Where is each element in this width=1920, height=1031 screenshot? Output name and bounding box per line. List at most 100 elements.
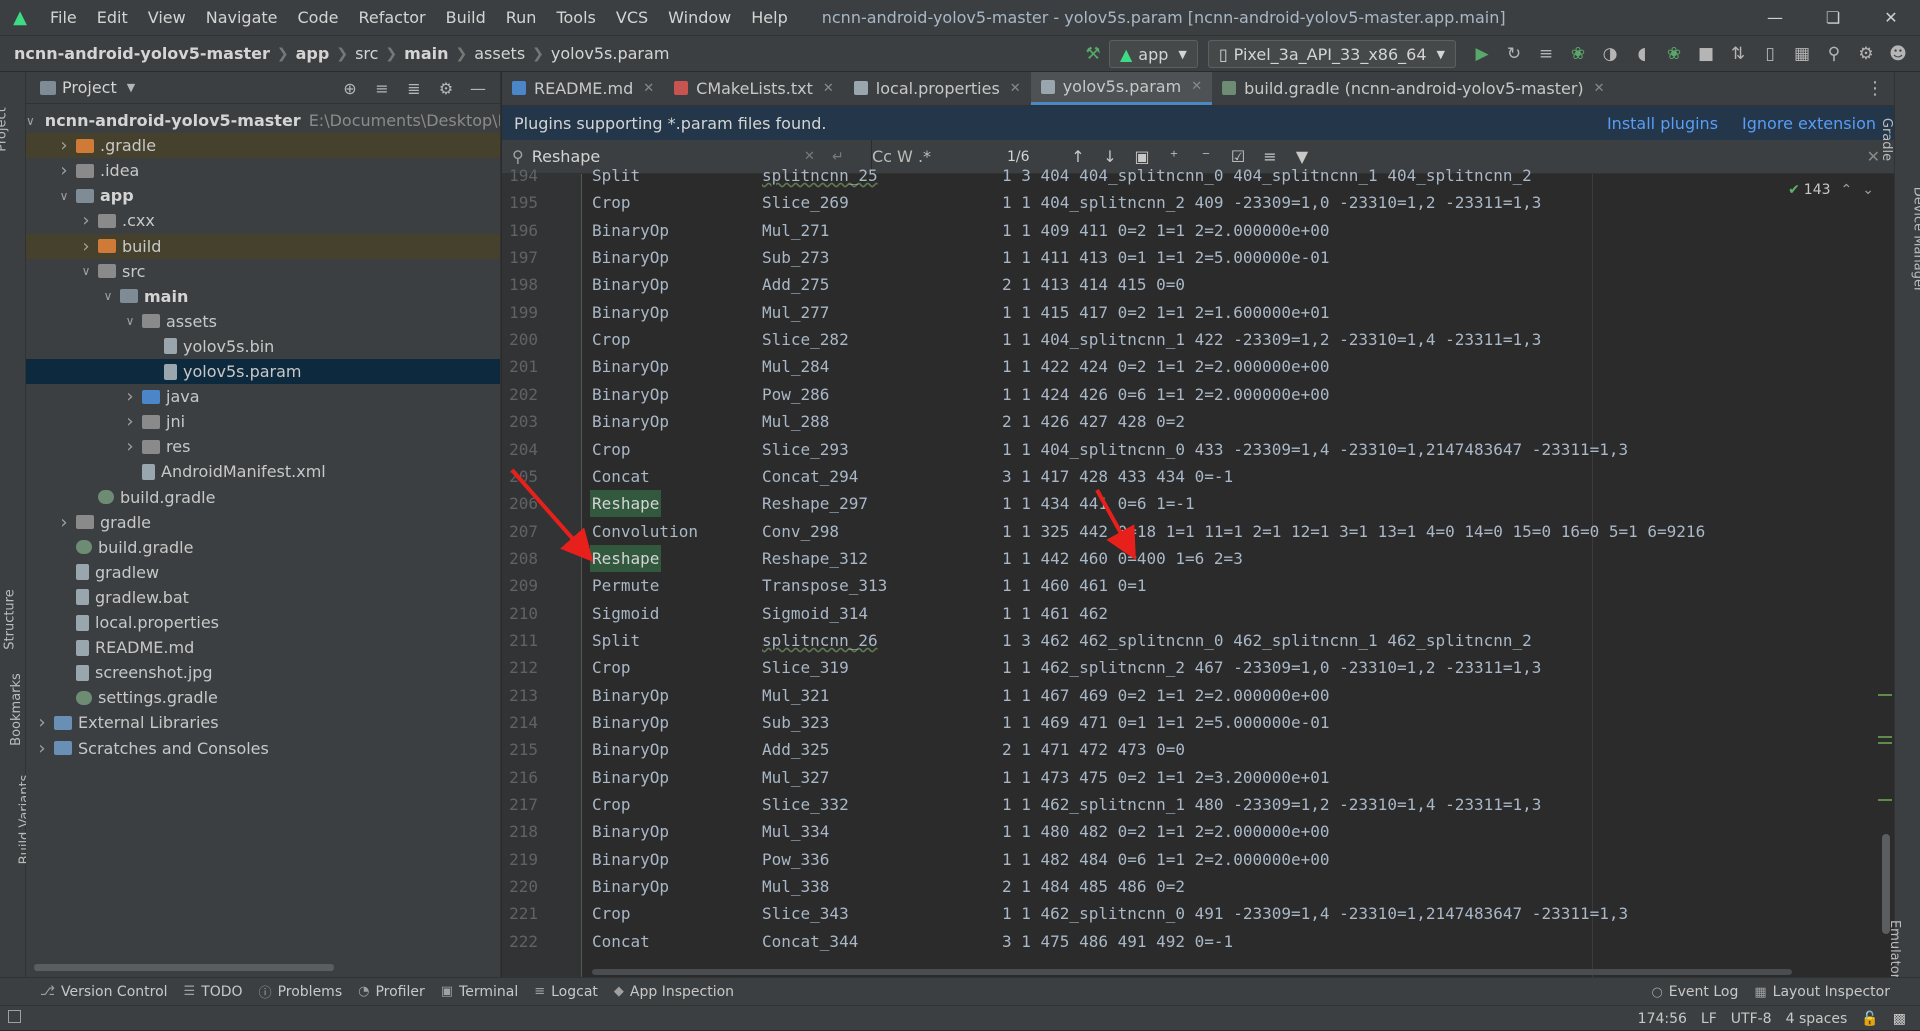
chevron-down-icon[interactable]: ∨ — [100, 289, 116, 303]
close-tab-icon[interactable]: ✕ — [823, 81, 834, 96]
chevron-right-icon[interactable]: › — [122, 411, 138, 432]
hide-panel-icon[interactable]: — — [462, 79, 494, 98]
breadcrumb-item[interactable]: ncnn-android-yolov5-master — [14, 44, 270, 63]
chevron-down-icon[interactable]: ∨ — [78, 264, 94, 278]
tree-item[interactable]: screenshot.jpg — [26, 660, 500, 685]
caret-position[interactable]: 174:56 — [1638, 1011, 1687, 1027]
menu-item-refactor[interactable]: Refactor — [348, 0, 435, 36]
chevron-right-icon[interactable]: › — [78, 210, 94, 231]
select-opened-file-icon[interactable]: ⊕ — [334, 79, 366, 98]
debug-icon[interactable]: ❀ — [1562, 38, 1594, 70]
editor-horizontal-scrollbar[interactable] — [592, 969, 1792, 975]
tab-build-gradle-ncnn-android-yolov5-master[interactable]: build.gradle (ncnn-android-yolov5-master… — [1212, 72, 1614, 105]
tree-item[interactable]: › jni — [26, 409, 500, 434]
menu-item-window[interactable]: Window — [658, 0, 741, 36]
stop-icon[interactable]: ■ — [1690, 38, 1722, 70]
chevron-right-icon[interactable]: › — [78, 236, 94, 257]
collapse-all-icon[interactable]: ≣ — [398, 79, 430, 98]
tree-item[interactable]: › gradle — [26, 510, 500, 535]
tree-item[interactable]: local.properties — [26, 610, 500, 635]
code-area[interactable]: 194 195 196 197 198 199 200 201 202 203 204 205 206 2… — [502, 166, 1894, 977]
tool-window-version-control[interactable]: ⎇ Version Control — [40, 982, 168, 1001]
chevron-right-icon[interactable]: › — [56, 512, 72, 533]
chevron-down-icon[interactable]: ∨ — [122, 314, 138, 328]
chevron-right-icon[interactable]: › — [122, 386, 138, 407]
chevron-right-icon[interactable]: › — [34, 738, 50, 759]
menu-item-navigate[interactable]: Navigate — [196, 0, 288, 36]
close-tab-icon[interactable]: ✕ — [1010, 81, 1021, 96]
tool-window-todo[interactable]: ☰ TODO — [184, 982, 243, 1001]
sdk-manager-icon[interactable]: ▦ — [1786, 38, 1818, 70]
tool-window-terminal[interactable]: ▣ Terminal — [441, 982, 518, 1001]
tree-item[interactable]: build.gradle — [26, 485, 500, 510]
tree-item[interactable]: › .gradle — [26, 133, 500, 159]
profile-icon[interactable]: ◖ — [1626, 38, 1658, 70]
search-icon[interactable]: ⚲ — [1818, 38, 1850, 70]
tree-item[interactable]: AndroidManifest.xml — [26, 459, 500, 484]
coverage-icon[interactable]: ◑ — [1594, 38, 1626, 70]
tree-item[interactable]: › java — [26, 384, 500, 409]
tool-windows-toggle-icon[interactable] — [8, 1010, 21, 1023]
tool-window-problems[interactable]: ⓘ Problems — [259, 982, 343, 1002]
minimize-icon[interactable]: — — [1746, 0, 1804, 36]
attach-debugger-icon[interactable]: ❀ — [1658, 38, 1690, 70]
menu-item-file[interactable]: File — [40, 0, 87, 36]
gear-icon[interactable]: ⚙ — [1850, 38, 1882, 70]
tab-readme-md[interactable]: README.md ✕ — [502, 72, 664, 105]
hammer-build-icon[interactable]: ⚒ — [1077, 38, 1109, 70]
tab-local-properties[interactable]: local.properties ✕ — [844, 72, 1031, 105]
menu-item-vcs[interactable]: VCS — [606, 0, 658, 36]
lock-icon[interactable]: 🔓 — [1861, 1011, 1878, 1027]
tree-item[interactable]: ∨ app — [26, 183, 500, 208]
breadcrumb-item[interactable]: app — [296, 44, 330, 63]
tree-item[interactable]: yolov5s.param — [26, 359, 500, 384]
restore-icon[interactable]: ❏ — [1804, 0, 1862, 36]
apply-changes-icon[interactable]: ≡ — [1530, 38, 1562, 70]
close-icon[interactable]: ✕ — [1862, 0, 1920, 36]
menu-item-run[interactable]: Run — [496, 0, 547, 36]
tree-item[interactable]: › Scratches and Consoles — [26, 736, 500, 761]
tree-item[interactable]: › .idea — [26, 158, 500, 183]
tree-item[interactable]: › res — [26, 434, 500, 459]
memory-indicator-icon[interactable]: ▩ — [1893, 1011, 1906, 1027]
line-separator[interactable]: LF — [1701, 1011, 1717, 1027]
project-tree-scrollbar[interactable] — [34, 964, 334, 971]
avatar[interactable]: ☻ — [1882, 38, 1914, 70]
project-panel-title[interactable]: Project — [62, 78, 117, 97]
breadcrumb-item[interactable]: assets — [474, 44, 525, 63]
more-tabs-icon[interactable]: ⋮ — [1866, 78, 1884, 99]
chevron-down-icon[interactable]: ⌄ — [1862, 182, 1874, 198]
tree-item[interactable]: › External Libraries — [26, 710, 500, 735]
device-manager-icon[interactable]: ▯ — [1754, 38, 1786, 70]
tree-item[interactable]: settings.gradle — [26, 685, 500, 710]
sync-gradle-icon[interactable]: ⇅ — [1722, 38, 1754, 70]
chevron-right-icon[interactable]: › — [56, 135, 72, 156]
inspection-widget[interactable]: ✔ 143 ⌃ ⌄ — [1788, 182, 1874, 198]
tool-window-profiler[interactable]: ◔ Profiler — [358, 982, 425, 1001]
tool-window-event-log[interactable]: ○ Event Log — [1651, 984, 1738, 1000]
install-plugins-link[interactable]: Install plugins — [1607, 114, 1718, 133]
menu-item-help[interactable]: Help — [741, 0, 797, 36]
expand-all-icon[interactable]: ≡ — [366, 79, 398, 98]
close-tab-icon[interactable]: ✕ — [643, 81, 654, 96]
menu-item-code[interactable]: Code — [288, 0, 349, 36]
rerun-icon[interactable]: ↻ — [1498, 38, 1530, 70]
menu-item-build[interactable]: Build — [436, 0, 496, 36]
chevron-right-icon[interactable]: › — [56, 160, 72, 181]
breadcrumb-item[interactable]: yolov5s.param — [551, 44, 670, 63]
tree-item[interactable]: gradlew.bat — [26, 585, 500, 610]
tool-window-app-inspection[interactable]: ◆ App Inspection — [614, 982, 734, 1001]
file-encoding[interactable]: UTF-8 — [1731, 1011, 1772, 1027]
tree-item[interactable]: ∨ main — [26, 284, 500, 309]
tree-item[interactable]: build.gradle — [26, 535, 500, 560]
run-config-select[interactable]: ▲ app ▼ — [1108, 40, 1198, 68]
indent-setting[interactable]: 4 spaces — [1786, 1011, 1848, 1027]
chevron-down-icon[interactable]: ▼ — [127, 81, 135, 94]
tree-item[interactable]: README.md — [26, 635, 500, 660]
run-icon[interactable]: ▶ — [1466, 38, 1498, 70]
menu-item-view[interactable]: View — [138, 0, 196, 36]
chevron-down-icon[interactable]: ∨ — [56, 189, 72, 203]
tree-item[interactable]: ∨ ncnn-android-yolov5-master E:\Documents\… — [26, 108, 500, 133]
close-icon[interactable]: ✕ — [1867, 147, 1880, 166]
close-tab-icon[interactable]: ✕ — [1594, 81, 1605, 96]
